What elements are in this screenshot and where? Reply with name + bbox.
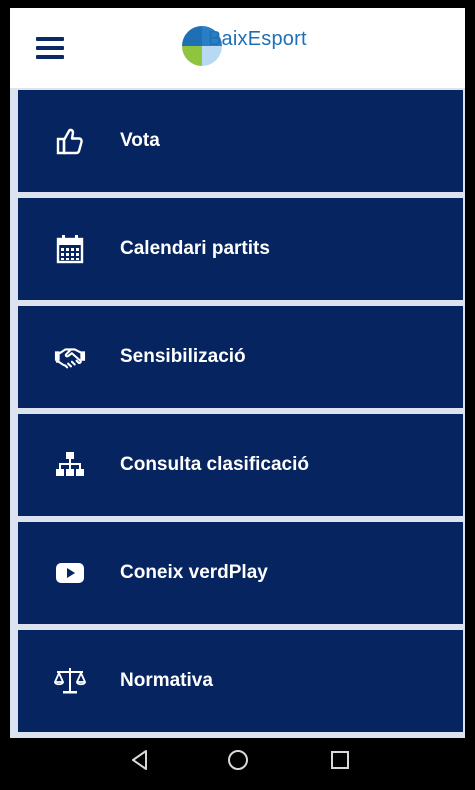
calendar-icon [54,233,86,265]
menu-item-label: Normativa [120,670,213,691]
home-icon[interactable] [226,748,250,772]
back-icon[interactable] [128,748,152,772]
menu-item-label: Sensibilizació [120,346,246,367]
menu-item-label: Calendari partits [120,238,270,259]
android-nav-bar [10,738,465,782]
handshake-icon [54,341,86,373]
menu-item-consulta-clasificacio[interactable]: Consulta clasificació [18,414,463,516]
sitemap-icon [54,449,86,481]
menu-item-coneix-verdplay[interactable]: Coneix verdPlay [18,522,463,624]
recents-icon[interactable] [328,748,352,772]
device-frame: BaixEsport Vota Calendari partits Sensib… [0,0,475,790]
app-header: BaixEsport [10,8,465,88]
youtube-icon [54,557,86,589]
thumbs-up-icon [54,125,86,157]
menu-item-vota[interactable]: Vota [18,90,463,192]
menu-item-label: Consulta clasificació [120,454,310,475]
app-screen: BaixEsport Vota Calendari partits Sensib… [10,8,465,782]
balance-scale-icon [54,665,86,697]
hamburger-menu-icon[interactable] [36,37,64,59]
menu-item-normativa[interactable]: Normativa [18,630,463,732]
menu-item-label: Coneix verdPlay [120,562,268,583]
logo-text: BaixEsport [208,28,307,50]
baixesport-logo: BaixEsport [180,22,320,74]
menu-item-sensibilizacio[interactable]: Sensibilizació [18,306,463,408]
menu-item-calendari-partits[interactable]: Calendari partits [18,198,463,300]
menu-item-label: Vota [120,130,160,151]
